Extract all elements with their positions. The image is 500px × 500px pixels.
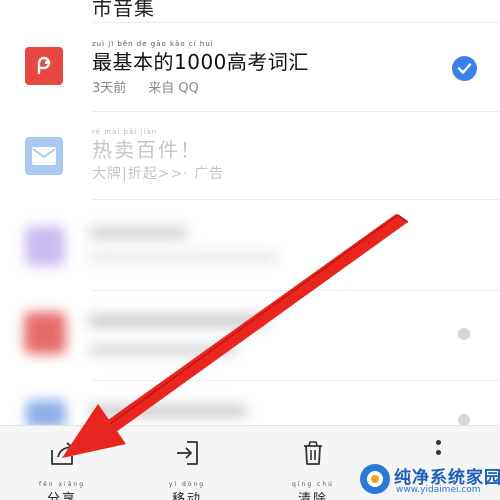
move-label: 移动 <box>171 492 202 500</box>
blurred-app-icon <box>26 400 66 428</box>
clear-button[interactable]: qīng chú 清除 <box>263 426 363 500</box>
blurred-app-icon <box>25 226 65 266</box>
selected-check-icon[interactable] <box>452 56 477 81</box>
watermark-url: www.yidaimei.com <box>396 485 481 495</box>
file-meta: 3天前 来自 QQ <box>92 77 221 96</box>
file-source: 来自 QQ <box>148 81 199 96</box>
mail-app-icon <box>25 137 63 175</box>
watermark-logo-icon <box>360 464 390 494</box>
more-icon-dot <box>436 450 441 455</box>
more-icon <box>436 440 441 445</box>
move-icon <box>177 441 198 465</box>
ad-title: 热卖百件！ <box>92 138 202 162</box>
divider <box>92 290 500 291</box>
divider <box>92 199 500 200</box>
clear-label: 清除 <box>297 492 328 500</box>
move-pinyin: yí dòng <box>168 481 206 488</box>
ad-subtitle: 大牌|折起>>· 广告 <box>92 166 225 182</box>
partial-item-title: 市音集 <box>92 0 155 20</box>
share-label: 分享 <box>46 492 77 500</box>
share-icon <box>51 442 73 465</box>
select-radio[interactable] <box>458 328 470 340</box>
share-button[interactable]: fēn xiǎng 分享 <box>12 426 112 500</box>
divider <box>92 111 500 112</box>
file-time: 3天前 <box>92 81 127 96</box>
blurred-meta <box>88 252 278 263</box>
wps-app-icon <box>25 47 63 85</box>
blurred-title <box>88 404 248 418</box>
blurred-title <box>88 226 188 240</box>
blurred-meta <box>88 344 238 356</box>
blurred-app-icon <box>24 312 66 354</box>
divider <box>92 380 500 381</box>
trash-icon <box>304 441 322 465</box>
site-watermark: 纯净系统家园 www.yidaimei.com <box>358 462 500 498</box>
move-button[interactable]: yí dòng 移动 <box>137 426 237 500</box>
blurred-title <box>88 314 268 328</box>
share-pinyin: fēn xiǎng <box>38 481 86 488</box>
file-title: 最基本的1000高考词汇 <box>92 50 309 74</box>
file-list-screen: 市音集 zuì jī běn de gāo kǎo cí huì 最基本的100… <box>0 0 500 500</box>
clear-pinyin: qīng chú <box>292 481 334 488</box>
